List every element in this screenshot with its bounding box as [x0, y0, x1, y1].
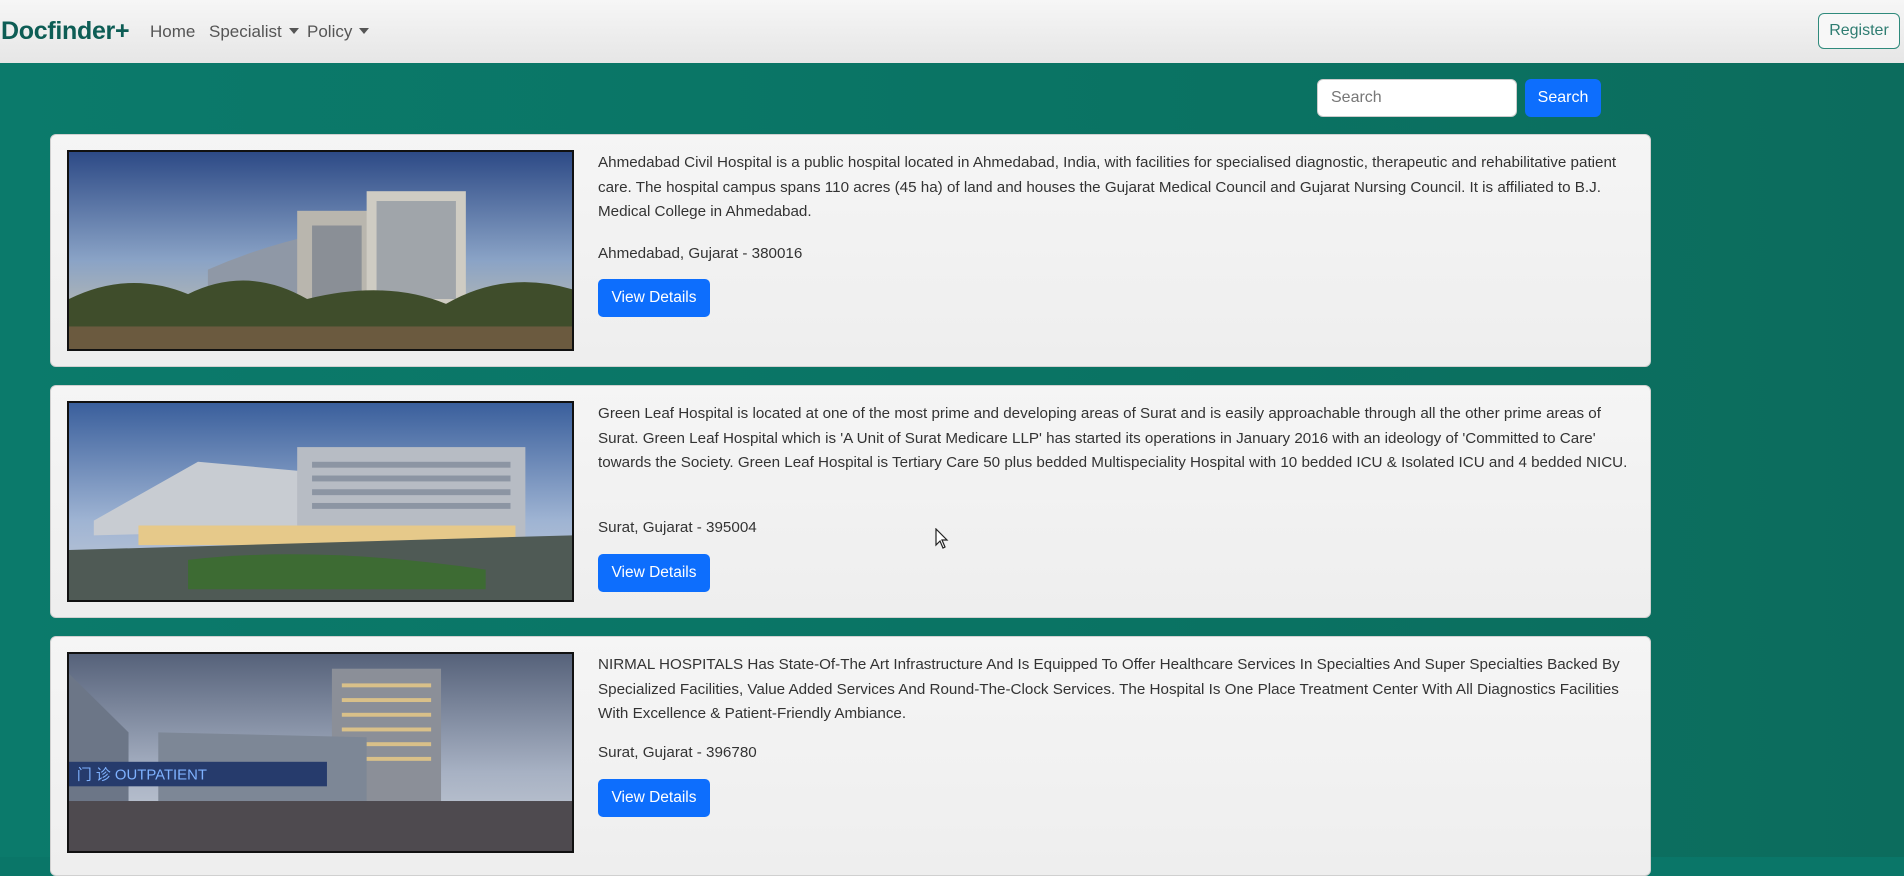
nav-policy-label: Policy — [307, 22, 353, 41]
register-button[interactable]: Register — [1818, 13, 1900, 49]
caret-down-icon — [359, 28, 370, 34]
mouse-pointer-icon — [935, 528, 949, 549]
hospital-location: Surat, Gujarat - 396780 — [598, 744, 757, 761]
navbar: Docfinder+ Home Specialist Policy Regist… — [0, 0, 1904, 64]
search-button[interactable]: Search — [1525, 79, 1601, 117]
nav-home[interactable]: Home — [150, 22, 195, 42]
view-details-button[interactable]: View Details — [598, 779, 710, 817]
hospital-description: Ahmedabad Civil Hospital is a public hos… — [598, 154, 1617, 220]
hospital-image — [67, 150, 574, 351]
hospital-image: 门 诊 OUTPATIENT — [67, 652, 574, 853]
search-input[interactable] — [1317, 79, 1517, 117]
hospital-image — [67, 401, 574, 602]
hospital-location: Surat, Gujarat - 395004 — [598, 519, 757, 536]
nav-specialist-label: Specialist — [209, 22, 282, 41]
caret-down-icon — [288, 28, 299, 34]
view-details-button[interactable]: View Details — [598, 279, 710, 317]
hospital-location: Ahmedabad, Gujarat - 380016 — [598, 245, 803, 262]
brand-logo[interactable]: Docfinder+ — [1, 17, 130, 46]
view-details-button[interactable]: View Details — [598, 554, 710, 592]
image-signage-text: 门 诊 OUTPATIENT — [77, 767, 207, 784]
hospital-description: Green Leaf Hospital is located at one of… — [598, 405, 1628, 471]
hospital-card: 门 诊 OUTPATIENT NIRMAL HOSPITALS Has Stat… — [50, 636, 1651, 876]
hospital-card: Ahmedabad Civil Hospital is a public hos… — [50, 134, 1651, 367]
nav-policy-dropdown[interactable]: Policy — [307, 22, 370, 42]
hospital-card: Green Leaf Hospital is located at one of… — [50, 385, 1651, 618]
hospital-description: NIRMAL HOSPITALS Has State-Of-The Art In… — [598, 656, 1620, 722]
nav-specialist-dropdown[interactable]: Specialist — [209, 22, 299, 42]
